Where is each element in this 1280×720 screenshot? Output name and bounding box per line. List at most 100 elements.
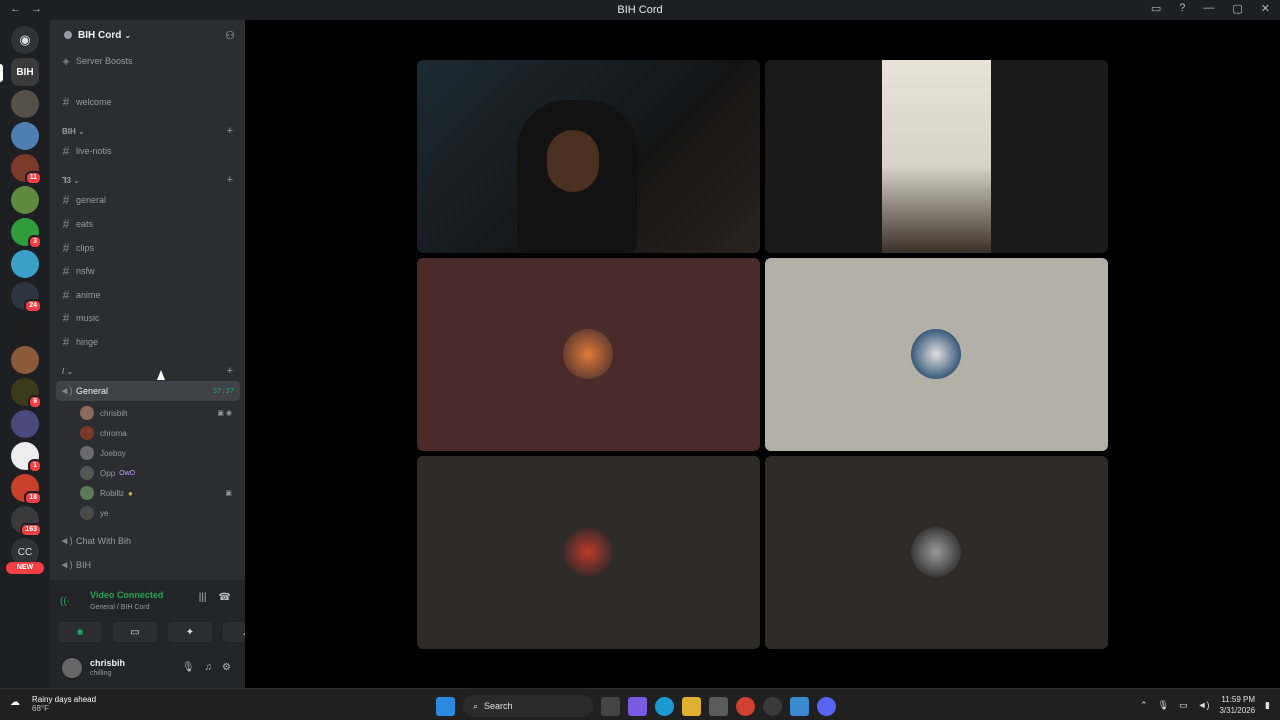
minimize-button[interactable]: — xyxy=(1203,2,1214,15)
speaker-icon: ◄) xyxy=(59,559,73,571)
server-icon[interactable] xyxy=(11,314,39,342)
task-view-icon[interactable] xyxy=(601,696,620,716)
channel-hinge[interactable]: # hinge xyxy=(56,332,240,352)
server-icon-bih[interactable]: BIH xyxy=(11,58,39,86)
system-clock[interactable]: 11:59 PM 3/31/2026 xyxy=(1219,694,1255,716)
headphones-icon[interactable]: ♫ xyxy=(205,662,213,673)
add-channel-icon[interactable]: + xyxy=(227,125,233,137)
maximize-button[interactable]: ▢ xyxy=(1232,2,1242,15)
inbox-icon[interactable]: ▭ xyxy=(1151,2,1161,15)
voice-member[interactable]: ye xyxy=(80,504,240,522)
channel-live-notis[interactable]: # live-notis xyxy=(56,141,240,161)
avatar xyxy=(911,329,961,379)
server-icon[interactable] xyxy=(11,410,39,438)
category-text[interactable]: ⅂3 ⌄ xyxy=(62,176,80,185)
notifications-icon[interactable]: ▮ xyxy=(1265,700,1270,711)
chrome-icon[interactable] xyxy=(736,696,755,716)
server-icon[interactable]: 3 xyxy=(11,218,42,249)
voice-member[interactable]: Robillz ● ▣ xyxy=(80,484,240,502)
hash-icon: # xyxy=(62,335,70,349)
voice-status[interactable]: Video Connected xyxy=(90,590,163,600)
discord-home-icon[interactable]: ◉ xyxy=(11,26,39,54)
voice-member[interactable]: Joeboy xyxy=(80,444,240,462)
server-icon[interactable] xyxy=(11,346,39,374)
call-timer: 57:37 xyxy=(212,387,234,395)
activities-button[interactable]: ✦ xyxy=(168,622,212,642)
server-icon[interactable]: 24 xyxy=(11,282,42,313)
taskbar-search[interactable]: ⌕ Search xyxy=(463,695,593,717)
channel-welcome[interactable]: # welcome xyxy=(56,92,240,112)
server-icon[interactable] xyxy=(11,250,39,278)
user-panel: chrisbih chilling 🎙 ♫ ⚙ xyxy=(50,650,245,688)
video-tile[interactable] xyxy=(417,60,760,253)
channel-nsfw[interactable]: # nsfw xyxy=(56,261,240,281)
channel-clips[interactable]: # clips xyxy=(56,238,240,258)
voice-channel-bih[interactable]: ◄) BIH xyxy=(56,555,240,575)
edge-icon[interactable] xyxy=(655,696,674,716)
server-icon[interactable]: 163 xyxy=(11,506,42,537)
voice-member[interactable]: chroma xyxy=(80,424,240,442)
channel-eats[interactable]: # eats xyxy=(56,214,240,234)
voice-channel-chat-with-bih[interactable]: ◄) Chat With Bih xyxy=(56,531,240,551)
chevron-up-icon[interactable]: ⌃ xyxy=(1140,700,1148,711)
weather-widget[interactable]: ☁ Rainy days ahead 68°F xyxy=(10,695,96,713)
disconnect-icon[interactable]: ☎ xyxy=(219,592,231,603)
server-icon[interactable]: 18 xyxy=(11,474,42,505)
channel-music[interactable]: # music xyxy=(56,308,240,328)
username[interactable]: chrisbih xyxy=(90,658,125,668)
screen-share-button[interactable]: ▭ xyxy=(113,622,157,642)
voice-member[interactable]: chrisbih ▣ ◉ xyxy=(80,404,240,422)
avatar[interactable] xyxy=(62,658,82,678)
notepad-icon[interactable] xyxy=(790,696,809,716)
video-tile[interactable] xyxy=(765,60,1108,253)
video-tile[interactable] xyxy=(417,258,760,451)
invite-people-icon[interactable]: ⚇ xyxy=(225,29,235,42)
close-button[interactable]: ✕ xyxy=(1261,2,1270,15)
avatar xyxy=(80,466,94,480)
gear-icon[interactable]: ⚙ xyxy=(222,662,231,673)
add-channel-icon[interactable]: + xyxy=(227,365,233,377)
server-icon[interactable] xyxy=(11,186,39,214)
camera-icon: ▣ xyxy=(225,490,232,497)
discord-icon[interactable] xyxy=(817,696,836,716)
category-voice[interactable]: / ⌄ xyxy=(62,367,73,376)
store-icon[interactable] xyxy=(709,696,728,716)
windows-start-icon[interactable] xyxy=(436,696,455,716)
noise-suppression-icon[interactable]: ||| xyxy=(199,592,207,603)
user-status: chilling xyxy=(90,670,112,677)
server-icon[interactable]: 11 xyxy=(11,154,42,185)
add-channel-icon[interactable]: + xyxy=(227,174,233,186)
server-icon[interactable]: 9 xyxy=(11,378,42,409)
app-icon[interactable] xyxy=(763,696,782,716)
network-icon[interactable]: ▭ xyxy=(1179,700,1188,711)
camera-button[interactable]: ■ xyxy=(58,622,102,642)
channel-anime[interactable]: # anime xyxy=(56,285,240,305)
server-header[interactable]: BIH Cord ⌄ ⚇ xyxy=(50,20,245,50)
hash-icon: # xyxy=(62,193,70,207)
hash-icon: # xyxy=(62,217,70,231)
server-icon[interactable] xyxy=(11,90,39,118)
video-tile[interactable] xyxy=(417,456,760,649)
volume-icon[interactable]: ◄) xyxy=(1198,700,1210,710)
hash-icon: # xyxy=(62,144,70,158)
file-explorer-icon[interactable] xyxy=(682,696,701,716)
voice-member[interactable]: Opp OwO xyxy=(80,464,240,482)
channel-general[interactable]: # general xyxy=(56,190,240,210)
server-list: ◉ BIH 11 3 24 9 1 18 163 CC NEW xyxy=(0,20,50,688)
voice-channel-general[interactable]: ◄) General 57:37 xyxy=(56,381,240,401)
copilot-icon[interactable] xyxy=(628,696,647,716)
avatar xyxy=(80,486,94,500)
video-tile[interactable] xyxy=(765,258,1108,451)
server-icon[interactable]: 1 xyxy=(11,442,42,473)
server-icon[interactable] xyxy=(11,122,39,150)
webcam-face xyxy=(547,130,599,192)
microphone-icon[interactable]: 🎙 xyxy=(182,662,195,673)
server-badge-icon xyxy=(64,31,72,39)
video-tile[interactable] xyxy=(765,456,1108,649)
category-bih[interactable]: BIH ⌄ xyxy=(62,127,85,136)
server-boosts[interactable]: ◈ Server Boosts xyxy=(56,51,240,71)
video-grid xyxy=(245,20,1280,688)
help-icon[interactable]: ? xyxy=(1179,2,1185,15)
microphone-icon[interactable]: 🎙 xyxy=(1158,700,1169,711)
channel-sidebar: BIH Cord ⌄ ⚇ ◈ Server Boosts # welcome B… xyxy=(50,20,293,688)
